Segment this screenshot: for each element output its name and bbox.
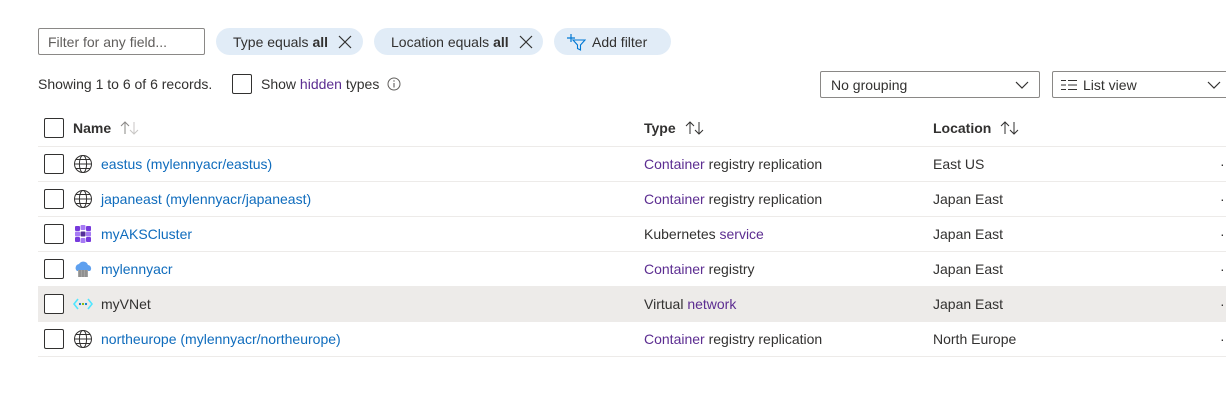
show-hidden-types[interactable]: Show hidden types (232, 74, 401, 94)
location-cell: North Europe (933, 331, 1017, 347)
table-row[interactable]: japaneast (mylennyacr/japaneast) Contain… (38, 182, 1226, 217)
globe-icon (73, 154, 93, 174)
row-checkbox[interactable] (44, 189, 64, 209)
show-hidden-types-label: Show hidden types (261, 76, 379, 92)
column-type-label: Type (644, 120, 676, 136)
location-filter-value: all (493, 33, 509, 50)
add-filter-button[interactable]: Add filter (554, 28, 671, 55)
records-summary: Showing 1 to 6 of 6 records. (38, 76, 213, 92)
name-cell: mylennyacr (73, 252, 173, 286)
sort-icon[interactable] (1000, 121, 1020, 135)
select-all-checkbox[interactable] (44, 118, 64, 138)
resource-name-link[interactable]: northeurope (mylennyacr/northeurope) (101, 331, 341, 347)
column-header-name[interactable]: Name (73, 110, 140, 146)
kubernetes-cluster-icon (73, 224, 93, 244)
resource-name-link[interactable]: japaneast (mylennyacr/japaneast) (101, 191, 311, 207)
column-name-label: Name (73, 120, 112, 136)
row-checkbox[interactable] (44, 154, 64, 174)
resource-name-link[interactable]: myVNet (101, 296, 151, 312)
resources-table: Name Type Location eastus (mylennyacr/ea… (38, 110, 1226, 357)
add-filter-icon (566, 33, 586, 51)
more-options-icon[interactable]: · (1220, 287, 1225, 321)
globe-icon (73, 329, 93, 349)
location-cell: Japan East (933, 296, 1004, 312)
type-cell: Container registry replication (644, 182, 822, 216)
location-cell: Japan East (933, 226, 1004, 242)
name-cell: japaneast (mylennyacr/japaneast) (73, 182, 311, 216)
list-view-icon (1061, 79, 1077, 91)
table-row[interactable]: northeurope (mylennyacr/northeurope) Con… (38, 322, 1226, 357)
type-filter-pill[interactable]: Type equals all (216, 28, 363, 55)
view-selected: List view (1083, 76, 1137, 93)
type-link: Container (644, 156, 705, 172)
row-checkbox[interactable] (44, 329, 64, 349)
resource-name-link[interactable]: eastus (mylennyacr/eastus) (101, 156, 272, 172)
type-link: Container (644, 261, 705, 277)
virtual-network-icon (73, 294, 93, 314)
more-options-icon[interactable]: · (1220, 147, 1225, 181)
column-location-label: Location (933, 120, 992, 136)
location-cell: Japan East (933, 191, 1004, 207)
remove-location-filter-close-icon[interactable] (513, 28, 539, 55)
row-checkbox[interactable] (44, 294, 64, 314)
type-cell: Container registry (644, 252, 755, 286)
more-options-icon[interactable]: · (1220, 182, 1225, 216)
more-options-icon[interactable]: · (1220, 252, 1225, 286)
name-cell: northeurope (mylennyacr/northeurope) (73, 322, 341, 356)
location-filter-pill[interactable]: Location equals all (374, 28, 543, 55)
table-header: Name Type Location (38, 110, 1226, 147)
location-cell: East US (933, 156, 985, 172)
table-row[interactable]: myVNet Virtual network Japan East · (38, 287, 1226, 322)
type-link: Container (644, 331, 705, 347)
type-text: registry (708, 261, 755, 277)
type-filter-label: Type equals (233, 33, 309, 50)
type-link: service (719, 226, 764, 242)
sort-icon[interactable] (685, 121, 705, 135)
more-options-icon[interactable]: · (1220, 322, 1225, 356)
type-text: registry replication (708, 331, 823, 347)
type-filter-value: all (312, 33, 329, 50)
type-cell: Virtual network (644, 287, 736, 321)
type-cell: Container registry replication (644, 322, 822, 356)
grouping-dropdown[interactable]: No grouping (820, 71, 1040, 98)
type-cell: Kubernetes service (644, 217, 764, 251)
table-row[interactable]: eastus (mylennyacr/eastus) Container reg… (38, 147, 1226, 182)
chevron-down-icon (1015, 78, 1029, 95)
globe-icon (73, 189, 93, 209)
row-checkbox[interactable] (44, 224, 64, 244)
type-text: registry replication (708, 156, 823, 172)
grouping-selected: No grouping (831, 76, 908, 93)
filter-input[interactable] (38, 28, 205, 55)
type-link: network (687, 296, 737, 312)
location-filter-label: Location equals (391, 33, 490, 50)
name-cell: myAKSCluster (73, 217, 192, 251)
type-text: Virtual (644, 296, 684, 312)
info-icon[interactable] (387, 77, 401, 91)
remove-type-filter-close-icon[interactable] (332, 28, 358, 55)
chevron-down-icon (1207, 78, 1221, 95)
name-cell: myVNet (73, 287, 151, 321)
show-label-hidden: hidden (299, 76, 342, 92)
table-row[interactable]: mylennyacr Container registry Japan East… (38, 252, 1226, 287)
location-cell: Japan East (933, 261, 1004, 277)
type-text: registry replication (708, 191, 823, 207)
name-cell: eastus (mylennyacr/eastus) (73, 147, 272, 181)
type-link: Container (644, 191, 705, 207)
show-label-prefix: Show (261, 76, 297, 92)
resource-name-link[interactable]: mylennyacr (101, 261, 173, 277)
sort-icon[interactable] (120, 121, 140, 135)
table-row[interactable]: myAKSCluster Kubernetes service Japan Ea… (38, 217, 1226, 252)
type-cell: Container registry replication (644, 147, 822, 181)
add-filter-label: Add filter (592, 33, 648, 50)
show-label-suffix: types (345, 76, 380, 92)
view-dropdown[interactable]: List view (1052, 71, 1226, 98)
type-text: Kubernetes (644, 226, 716, 242)
container-registry-icon (73, 259, 93, 279)
show-hidden-types-checkbox[interactable] (232, 74, 252, 94)
column-header-location[interactable]: Location (933, 110, 1020, 146)
row-checkbox[interactable] (44, 259, 64, 279)
resource-name-link[interactable]: myAKSCluster (101, 226, 192, 242)
column-header-type[interactable]: Type (644, 110, 705, 146)
more-options-icon[interactable]: · (1220, 217, 1225, 251)
